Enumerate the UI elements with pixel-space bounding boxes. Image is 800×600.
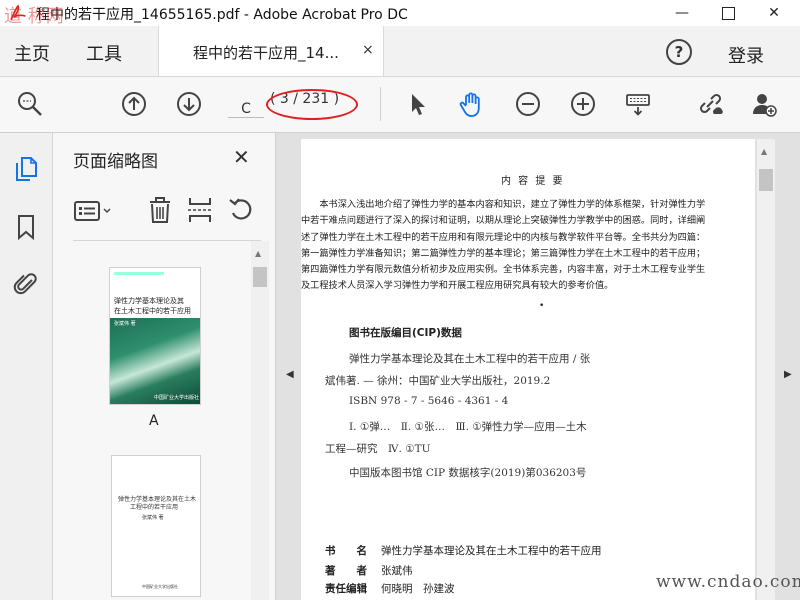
panel-title: 页面缩略图	[73, 152, 158, 172]
abstract-line: 本书深入浅出地介绍了弹性力学的基本内容和知识，建立了弹性力学的体系框架，针对弹性…	[301, 199, 706, 210]
add-user-icon[interactable]	[750, 90, 778, 118]
tab-bar: 主页 工具 程中的若干应用_14... × ? 登录	[0, 26, 800, 77]
collapse-left-arrow-icon[interactable]: ◀	[286, 369, 294, 380]
search-zoom-icon[interactable]	[16, 90, 44, 118]
abstract-line: 第一篇弹性力学准备知识；第二篇弹性力学的基本理论；第三篇弹性力学在土木工程中的若…	[301, 247, 706, 259]
keyboard-tools-icon[interactable]	[624, 90, 652, 118]
page-count-highlight	[266, 89, 358, 120]
scrollbar-thumb[interactable]	[253, 267, 267, 287]
rotate-page-icon[interactable]	[227, 195, 257, 225]
meta-key: 著 者	[325, 565, 367, 577]
title-page-author: 张斌伟 著	[142, 515, 164, 521]
close-panel-button[interactable]: ✕	[233, 145, 250, 169]
toolbar-divider	[380, 87, 381, 121]
extract-pages-icon[interactable]	[186, 195, 214, 225]
meta-key: 书 名	[325, 545, 367, 557]
document-scrollbar[interactable]: ▲	[757, 139, 775, 600]
cover-author: 张斌伟 著	[114, 321, 136, 327]
delete-page-icon[interactable]	[146, 195, 174, 225]
cip-line: Ⅰ. ①弹… Ⅱ. ①张… Ⅲ. ①弹性力学—应用—土木	[349, 421, 587, 433]
share-link-icon[interactable]	[696, 90, 724, 118]
cip-line: 斌伟著. — 徐州：中国矿业大学出版社，2019.2	[325, 375, 551, 387]
title-page-publisher: 中国矿业大学出版社	[142, 584, 178, 589]
cip-line: 中国版本图书馆 CIP 数据核字(2019)第036203号	[349, 467, 587, 479]
page-down-icon[interactable]	[175, 90, 203, 118]
abstract-line: 中若干难点问题进行了深入的探讨和证明，以期从理论上突破弹性力学教学中的困惑。同时…	[301, 215, 706, 227]
cover-top: 弹性力学基本理论及其 在土木工程中的若干应用	[110, 268, 200, 318]
window-title: 程中的若干应用_14655165.pdf - Adobe Acrobat Pro…	[36, 7, 408, 23]
thumbnail-tools	[53, 185, 275, 241]
document-tab-label: 程中的若干应用_14...	[193, 44, 339, 62]
page-heading: 内 容 提 要	[501, 176, 565, 187]
close-window-button[interactable]: ✕	[752, 0, 796, 26]
meta-key: 责任编辑	[325, 583, 367, 595]
hand-tool-icon[interactable]	[458, 90, 486, 118]
cover-title-line1: 弹性力学基本理论及其	[114, 297, 184, 305]
tab-home[interactable]: 主页	[14, 40, 50, 66]
panel-divider	[73, 240, 261, 241]
cover-publisher: 中国矿业大学出版社	[154, 395, 200, 401]
meta-value: 何晓明 孙建波	[381, 583, 455, 595]
meta-row: 著 者 张斌伟	[325, 563, 413, 578]
tab-tools[interactable]: 工具	[86, 40, 122, 66]
abstract-line: 及工程技术人员深入学习弹性力学和开展工程应用研究具有较大的参考价值。	[301, 280, 614, 292]
close-icon: ✕	[768, 5, 780, 21]
watermark-bottom: www.cndao.com	[656, 572, 800, 592]
watermark-top: 道·称网	[4, 6, 64, 27]
meta-row: 书 名 弹性力学基本理论及其在土木工程中的若干应用	[325, 543, 602, 558]
meta-row: 责任编辑 何晓明 孙建波	[325, 581, 455, 596]
tab-document[interactable]: 程中的若干应用_14... ×	[158, 26, 384, 76]
attachment-icon[interactable]	[12, 270, 40, 298]
page-up-icon[interactable]	[120, 90, 148, 118]
document-area: ◀ 内 容 提 要 本书深入浅出地介绍了弹性力学的基本内容和知识，建立了弹性力学…	[276, 133, 800, 600]
cip-heading: 图书在版编目(CIP)数据	[349, 327, 462, 339]
toolbar: C ( 3 / 231 )	[0, 77, 800, 133]
page-thumbnail[interactable]: 弹性力学基本理论及其 在土木工程中的若干应用 张斌伟 著 中国矿业大学出版社	[109, 267, 201, 405]
thumbnail-panel: 页面缩略图 ✕ 弹性力学基本理论及其 在土木工程中的若干应用 张斌伟 著 中国矿…	[53, 133, 276, 600]
bookmark-icon[interactable]	[12, 213, 40, 241]
thumbnail-options-icon[interactable]	[73, 199, 113, 223]
title-page-line2: 工程中的若干应用	[130, 504, 179, 511]
separator-dot: •	[539, 301, 545, 311]
minimize-icon: —	[675, 5, 689, 21]
page-number-input[interactable]: C	[228, 91, 264, 118]
cover-image: 张斌伟 著 中国矿业大学出版社	[110, 318, 200, 404]
cover-stripe	[114, 272, 164, 275]
document-page: 内 容 提 要 本书深入浅出地介绍了弹性力学的基本内容和知识，建立了弹性力学的体…	[301, 139, 755, 600]
minimize-button[interactable]: —	[660, 0, 704, 26]
cover-title-line2: 在土木工程中的若干应用	[114, 307, 191, 315]
meta-value: 弹性力学基本理论及其在土木工程中的若干应用	[381, 545, 602, 557]
zoom-out-icon[interactable]	[514, 90, 542, 118]
scroll-up-icon[interactable]: ▲	[255, 249, 261, 258]
abstract-text: 本书深入浅出地介绍了弹性力学的基本内容和知识，建立了弹性力学的体系框架，针对弹性…	[301, 197, 753, 295]
login-button[interactable]: 登录	[728, 42, 764, 68]
cip-line: ISBN 978 - 7 - 5646 - 4361 - 4	[349, 395, 509, 407]
scrollbar-thumb[interactable]	[759, 169, 773, 191]
scroll-up-icon[interactable]: ▲	[761, 147, 767, 156]
select-pointer-icon[interactable]	[404, 90, 432, 118]
title-bar: 程中的若干应用_14655165.pdf - Adobe Acrobat Pro…	[0, 0, 800, 26]
meta-value: 张斌伟	[381, 565, 413, 577]
page-thumbnails-icon[interactable]	[12, 155, 40, 183]
thumbnail-label: A	[149, 413, 159, 429]
cip-line: 工程—研究 Ⅳ. ①TU	[325, 443, 431, 455]
abstract-line: 述了弹性力学在土木工程中的若干应用和有限元理论中的内核与教学软件平台等。全书共分…	[301, 231, 706, 243]
maximize-icon	[721, 6, 735, 20]
maximize-button[interactable]	[706, 0, 750, 26]
page-thumbnail[interactable]: 弹性力学基本理论及其在土木 工程中的若干应用 张斌伟 著 中国矿业大学出版社	[111, 455, 201, 597]
help-button[interactable]: ?	[666, 39, 692, 65]
thumbnail-scrollbar[interactable]: ▲	[251, 241, 269, 600]
close-tab-button[interactable]: ×	[362, 42, 374, 58]
cip-line: 弹性力学基本理论及其在土木工程中的若干应用 / 张	[349, 353, 591, 365]
abstract-line: 第四篇弹性力学有限元数值分析初步及应用实例。全书体系完善，内容丰富，对于土木工程…	[301, 264, 706, 276]
left-rail	[0, 133, 53, 600]
expand-right-arrow-icon[interactable]: ▶	[784, 369, 792, 380]
zoom-in-icon[interactable]	[569, 90, 597, 118]
